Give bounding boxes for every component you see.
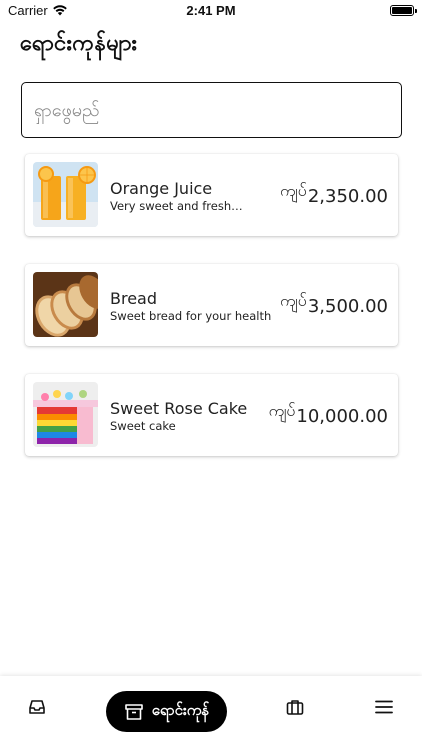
bottom-tab-bar: ရောင်းကုန်: [0, 676, 422, 750]
product-card-bread[interactable]: Bread Sweet bread for your health ကျပ်3,…: [25, 264, 398, 346]
product-name: Sweet Rose Cake: [110, 399, 248, 418]
price-amount: 3,500.00: [307, 296, 388, 317]
product-description: Sweet bread for your health: [110, 309, 272, 323]
product-name: Bread: [110, 289, 158, 308]
price-amount: 10,000.00: [296, 406, 388, 427]
inbox-icon: [29, 700, 45, 714]
status-time: 2:41 PM: [186, 3, 236, 18]
product-name: Orange Juice: [110, 179, 213, 198]
product-description: Very sweet and freshly ...: [110, 199, 245, 213]
tab-inbox[interactable]: [17, 694, 57, 720]
page-title: ရောင်းကုန်များ: [20, 31, 138, 56]
tab-menu[interactable]: [364, 694, 404, 720]
search-input[interactable]: [21, 82, 402, 138]
battery-icon: [390, 5, 417, 16]
currency-label: ကျပ်: [280, 291, 307, 310]
briefcase-icon: [286, 700, 304, 715]
product-card-orange-juice[interactable]: Orange Juice Very sweet and freshly ... …: [25, 154, 398, 236]
orange-juice-photo: [33, 162, 98, 227]
product-price: ကျပ်3,500.00: [280, 290, 388, 317]
product-price: ကျပ်2,350.00: [280, 180, 388, 207]
archive-box-icon: [124, 703, 143, 720]
currency-label: ကျပ်: [280, 181, 307, 200]
currency-label: ကျပ်: [268, 401, 296, 420]
tab-products[interactable]: ရောင်းကုန်: [106, 691, 227, 732]
status-bar: Carrier 2:41 PM: [0, 0, 422, 22]
product-card-sweet-rose-cake[interactable]: Sweet Rose Cake Sweet cake ကျပ်10,000.00: [25, 374, 398, 456]
bread-photo: [33, 272, 98, 337]
rainbow-cake-photo: [33, 382, 98, 447]
product-price: ကျပ်10,000.00: [269, 400, 388, 427]
price-amount: 2,350.00: [307, 186, 388, 207]
tab-products-label: ရောင်းကုန်: [151, 700, 210, 719]
menu-icon: [375, 700, 393, 714]
product-description: Sweet cake: [110, 419, 176, 433]
tab-briefcase[interactable]: [275, 694, 315, 720]
